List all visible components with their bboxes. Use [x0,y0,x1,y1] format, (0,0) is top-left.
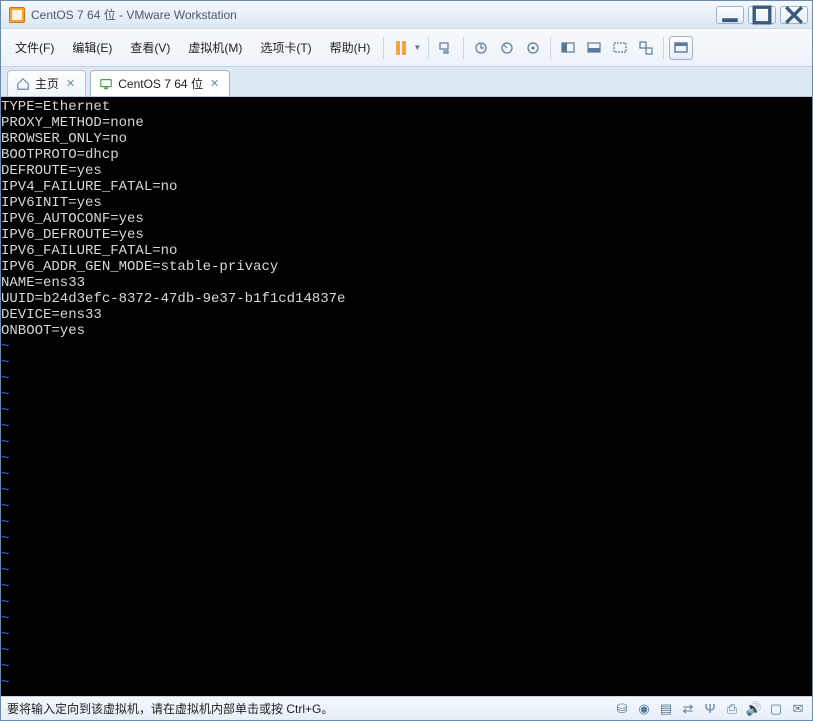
sound-icon[interactable]: 🔊 [746,701,762,717]
menu-view[interactable]: 查看(V) [122,35,178,60]
status-text: 要将输入定向到该虚拟机，请在虚拟机内部单击或按 Ctrl+G。 [7,700,614,717]
maximize-button[interactable] [748,6,776,24]
tab-vm[interactable]: CentOS 7 64 位 ✕ [90,70,230,96]
fit-window-icon[interactable] [582,36,606,60]
separator [663,37,664,59]
fit-guest-icon[interactable] [556,36,580,60]
send-keys-icon[interactable] [434,36,458,60]
menu-vm[interactable]: 虚拟机(M) [180,35,250,60]
status-icons: ⛁ ◉ ▤ ⇄ Ψ ⎙ 🔊 ▢ ✉ [614,701,806,717]
app-window: CentOS 7 64 位 - VMware Workstation 文件(F)… [0,0,813,721]
chevron-down-icon[interactable]: ▼ [413,43,421,52]
titlebar: CentOS 7 64 位 - VMware Workstation [1,1,812,29]
terminal-view[interactable]: TYPE=Ethernet PROXY_METHOD=none BROWSER_… [1,97,812,696]
window-title: CentOS 7 64 位 - VMware Workstation [29,6,716,23]
menu-file[interactable]: 文件(F) [7,35,62,60]
menu-edit[interactable]: 编辑(E) [64,35,120,60]
home-icon [16,77,30,91]
snapshot-icon[interactable] [469,36,493,60]
cd-icon[interactable]: ◉ [636,701,652,717]
snapshot-revert-icon[interactable] [495,36,519,60]
fullscreen-button[interactable] [669,36,693,60]
tabbar: 主页 ✕ CentOS 7 64 位 ✕ [1,67,812,97]
vm-icon [99,77,113,91]
snapshot-manager-icon[interactable] [521,36,545,60]
tab-vm-label: CentOS 7 64 位 [118,75,203,92]
separator [550,37,551,59]
tab-home-label: 主页 [35,75,59,92]
menubar: 文件(F) 编辑(E) 查看(V) 虚拟机(M) 选项卡(T) 帮助(H) ▼ [1,29,812,67]
close-icon[interactable]: ✕ [208,77,221,90]
app-icon [9,7,25,23]
separator [463,37,464,59]
separator [428,37,429,59]
statusbar: 要将输入定向到该虚拟机，请在虚拟机内部单击或按 Ctrl+G。 ⛁ ◉ ▤ ⇄ … [1,696,812,720]
pause-button[interactable] [389,36,413,60]
disk-icon[interactable]: ⛁ [614,701,630,717]
display-icon[interactable]: ▢ [768,701,784,717]
stretch-icon[interactable] [608,36,632,60]
unity-icon[interactable] [634,36,658,60]
separator [383,37,384,59]
network-icon[interactable]: ⇄ [680,701,696,717]
tab-home[interactable]: 主页 ✕ [7,70,86,96]
minimize-button[interactable] [716,6,744,24]
floppy-icon[interactable]: ▤ [658,701,674,717]
close-icon[interactable]: ✕ [64,77,77,90]
close-button[interactable] [780,6,808,24]
menu-tabs[interactable]: 选项卡(T) [252,35,319,60]
usb-icon[interactable]: Ψ [702,701,718,717]
printer-icon[interactable]: ⎙ [724,701,740,717]
menu-help[interactable]: 帮助(H) [322,35,379,60]
message-icon[interactable]: ✉ [790,701,806,717]
window-controls [716,6,808,24]
